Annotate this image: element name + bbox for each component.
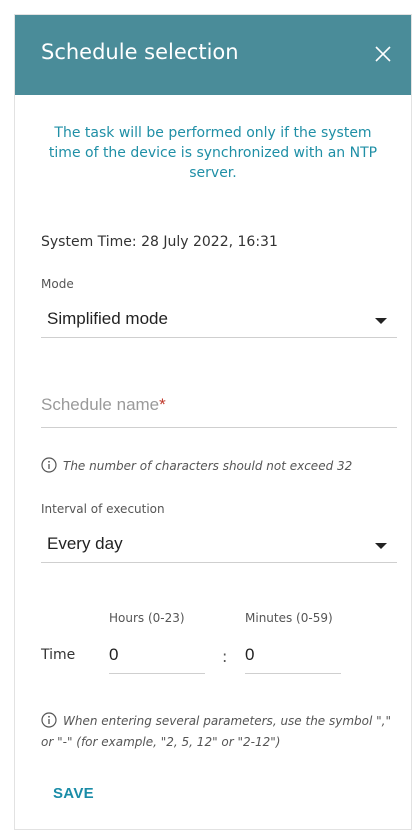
- required-mark: *: [159, 395, 166, 414]
- mode-label: Mode: [41, 277, 74, 291]
- interval-select[interactable]: Every day: [41, 528, 397, 563]
- hours-value: 0: [109, 645, 119, 664]
- parameters-hint: When entering several parameters, use th…: [41, 711, 393, 753]
- time-label: Time: [41, 647, 76, 663]
- interval-label: Interval of execution: [41, 502, 165, 516]
- mode-select[interactable]: Simplified mode: [41, 303, 397, 338]
- dialog-header: Schedule selection: [15, 15, 411, 95]
- info-icon: [41, 712, 57, 728]
- minutes-input[interactable]: 0: [245, 637, 341, 674]
- hours-label: Hours (0-23): [109, 611, 185, 625]
- mode-value: Simplified mode: [47, 309, 168, 328]
- chevron-down-icon: [375, 318, 387, 324]
- hours-input[interactable]: 0: [109, 637, 205, 674]
- ntp-notice: The task will be performed only if the s…: [48, 125, 378, 181]
- chevron-down-icon: [375, 543, 387, 549]
- param-hint-text: When entering several parameters, use th…: [41, 714, 392, 749]
- dialog-title: Schedule selection: [41, 40, 239, 64]
- interval-value: Every day: [47, 534, 123, 553]
- minutes-value: 0: [245, 645, 255, 664]
- name-length-hint: The number of characters should not exce…: [41, 456, 393, 477]
- time-row: Hours (0-23) Minutes (0-59) Time 0 : 0: [41, 611, 401, 681]
- time-separator: :: [222, 647, 228, 666]
- minutes-label: Minutes (0-59): [245, 611, 333, 625]
- schedule-dialog: Schedule selection The task will be perf…: [14, 14, 412, 830]
- system-time: System Time: 28 July 2022, 16:31: [41, 234, 278, 250]
- schedule-name-input[interactable]: Schedule name*: [41, 385, 397, 428]
- close-icon[interactable]: [371, 42, 395, 66]
- save-button[interactable]: SAVE: [53, 785, 94, 802]
- info-icon: [41, 457, 57, 473]
- schedule-name-placeholder: Schedule name*: [41, 395, 166, 414]
- name-hint-text: The number of characters should not exce…: [63, 459, 353, 473]
